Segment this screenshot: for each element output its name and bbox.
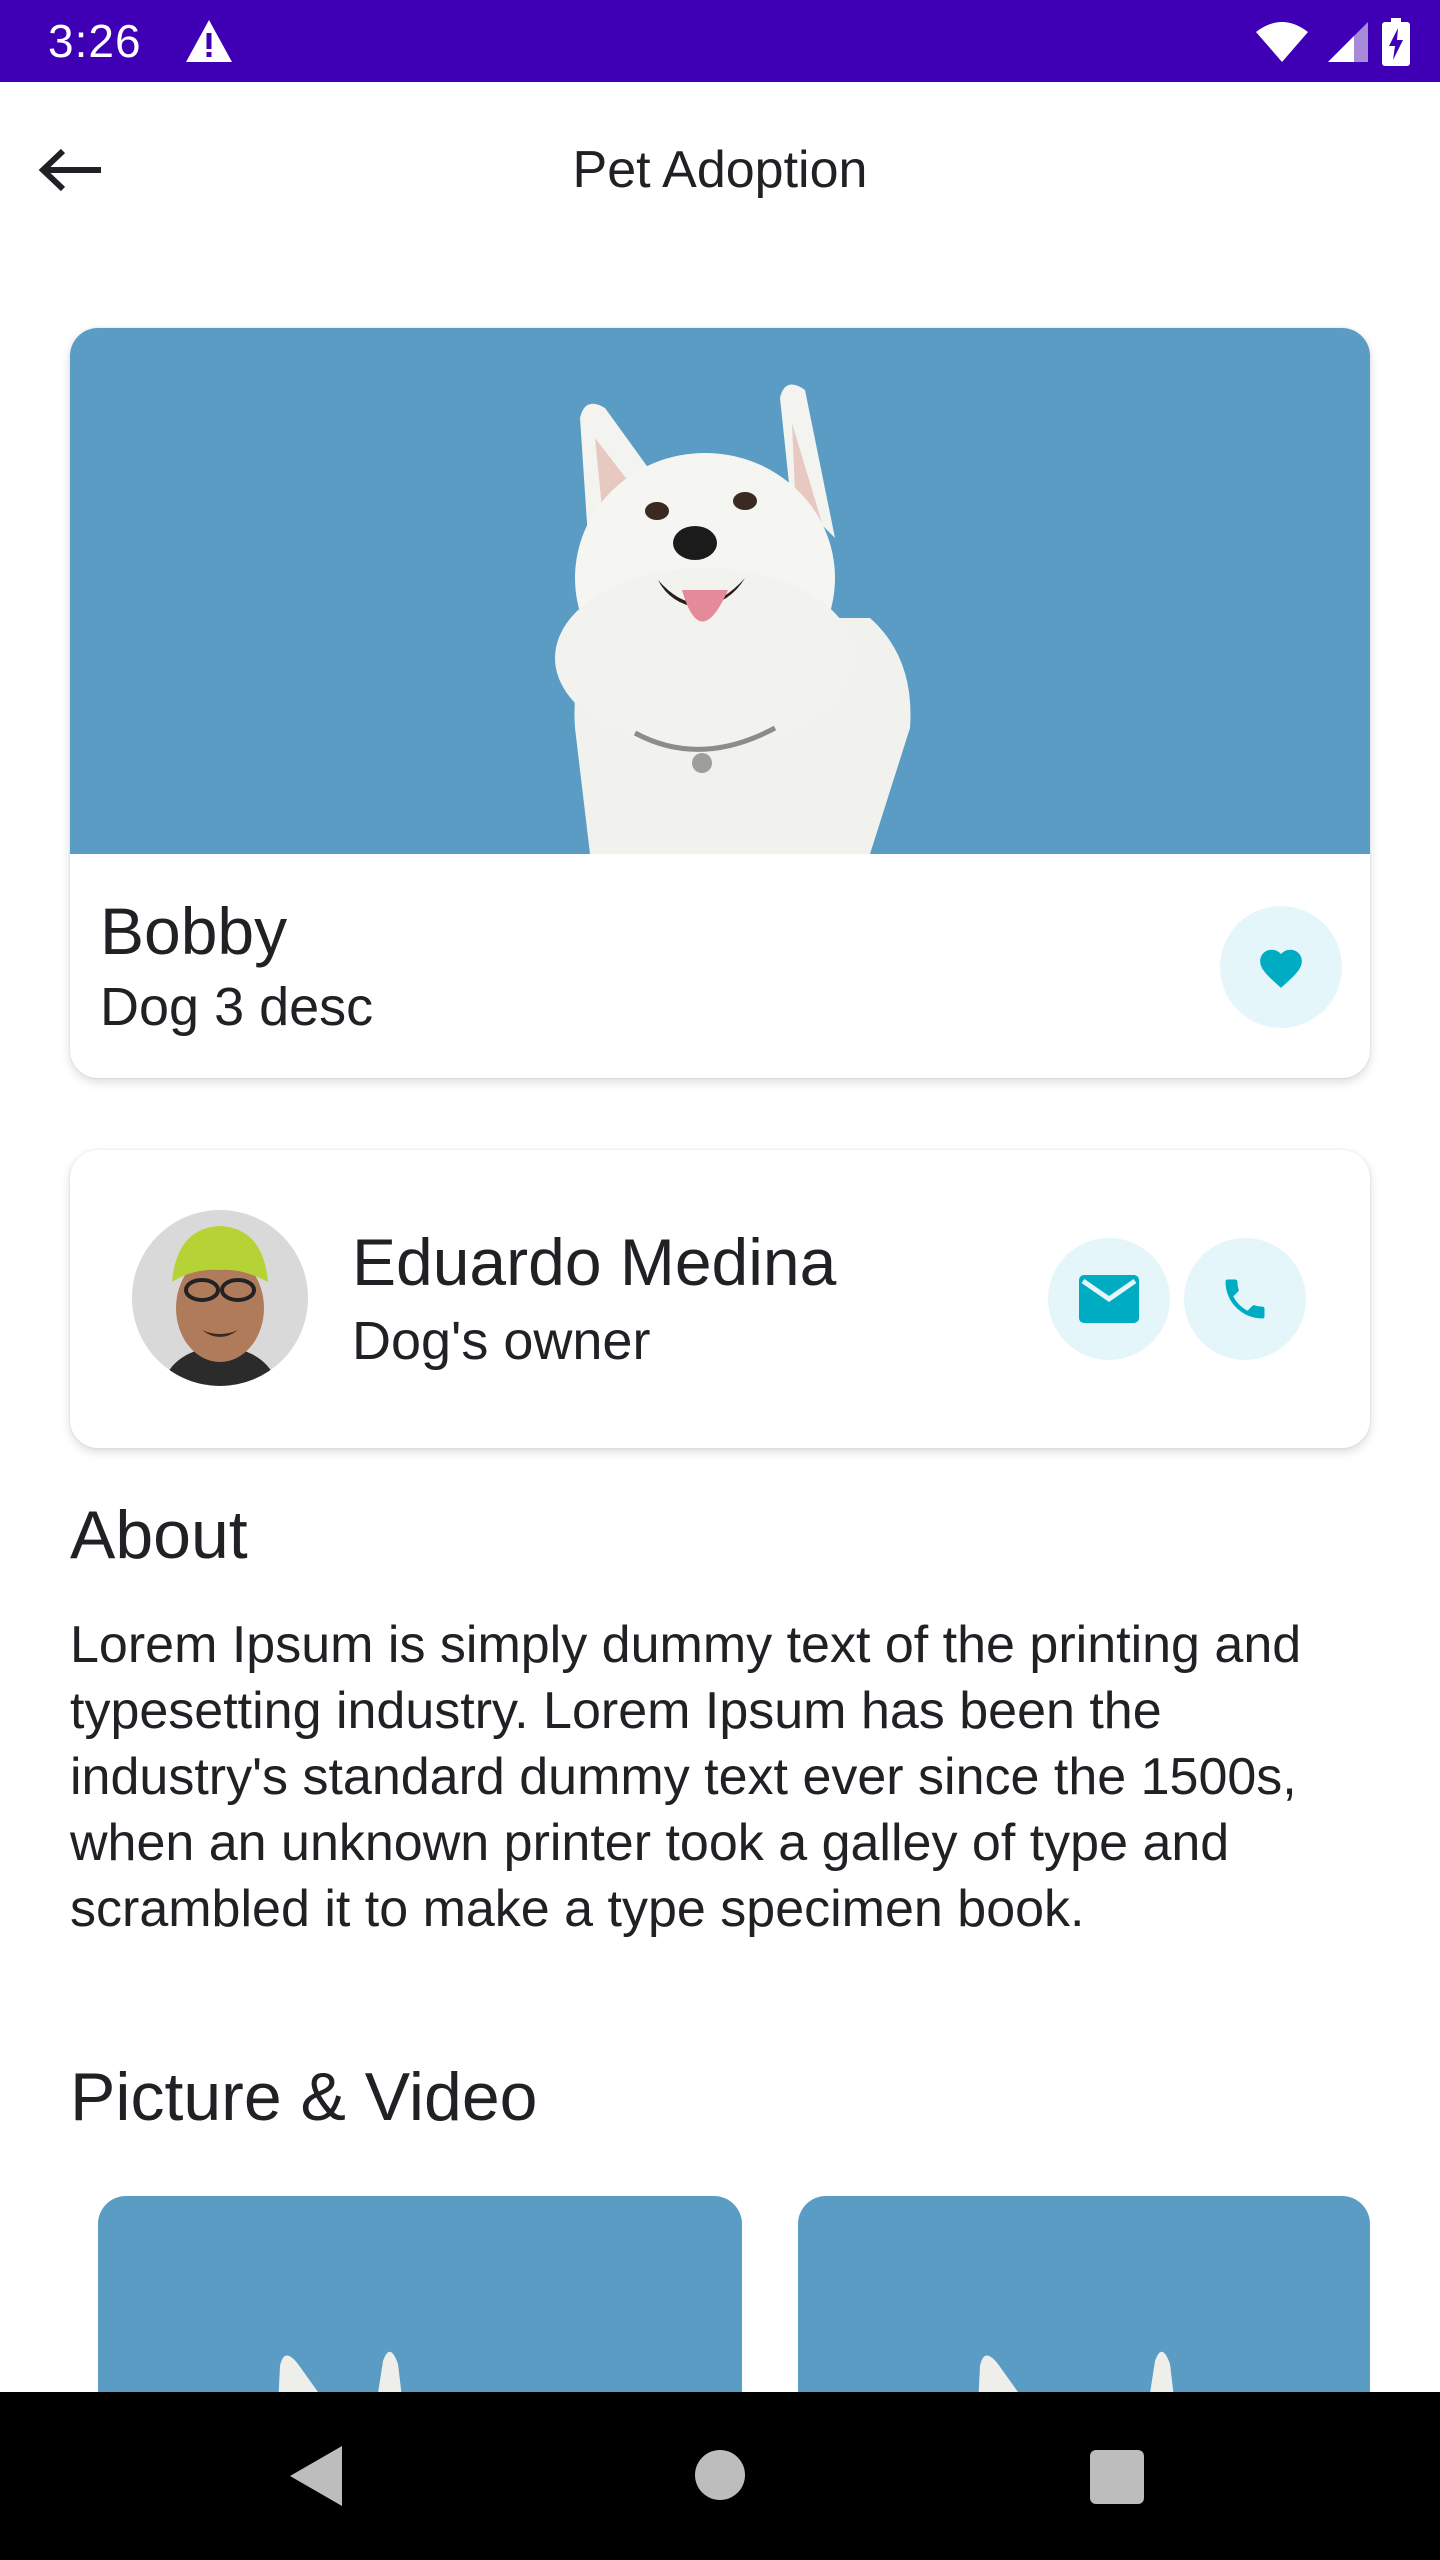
status-time: 3:26 <box>48 15 142 67</box>
about-heading: About <box>70 1497 248 1573</box>
media-item[interactable] <box>798 2196 1370 2406</box>
battery-charging-icon <box>1382 18 1410 66</box>
dog-photo <box>278 2351 403 2406</box>
dog-photo <box>978 2351 1175 2406</box>
nav-back-icon[interactable] <box>288 2444 344 2508</box>
cellular-signal-icon <box>1328 22 1368 62</box>
warning-icon <box>186 20 232 62</box>
phone-icon <box>1225 1279 1265 1319</box>
owner-name: Eduardo Medina <box>352 1225 837 1299</box>
nav-home-icon[interactable] <box>695 2450 745 2500</box>
dog-image <box>555 384 911 854</box>
pet-card[interactable]: Bobby Dog 3 desc <box>70 328 1370 1078</box>
status-icons <box>1254 18 1410 66</box>
wifi-icon <box>1256 22 1308 62</box>
nav-recents-icon[interactable] <box>1090 2450 1144 2504</box>
media-heading: Picture & Video <box>70 2059 538 2135</box>
navigation-bar <box>0 2392 1440 2560</box>
email-icon <box>1079 1275 1139 1323</box>
avatar <box>132 1210 308 1386</box>
app-bar: Pet Adoption <box>0 82 1440 262</box>
favorite-button[interactable] <box>1220 906 1342 1028</box>
pet-photo <box>70 328 1370 854</box>
page-title: Pet Adoption <box>572 141 868 199</box>
pet-name: Bobby <box>100 894 288 968</box>
owner-card: Eduardo Medina Dog's owner <box>70 1150 1370 1448</box>
email-button[interactable] <box>1048 1238 1170 1360</box>
media-item[interactable] <box>98 2196 742 2406</box>
owner-photo <box>132 1210 308 1386</box>
heart-icon <box>1260 949 1302 988</box>
pet-description: Dog 3 desc <box>100 977 374 1037</box>
status-bar: 3:26 <box>0 0 1440 82</box>
owner-role: Dog's owner <box>352 1311 651 1371</box>
phone-button[interactable] <box>1184 1238 1306 1360</box>
about-text: Lorem Ipsum is simply dummy text of the … <box>70 1616 1302 1938</box>
